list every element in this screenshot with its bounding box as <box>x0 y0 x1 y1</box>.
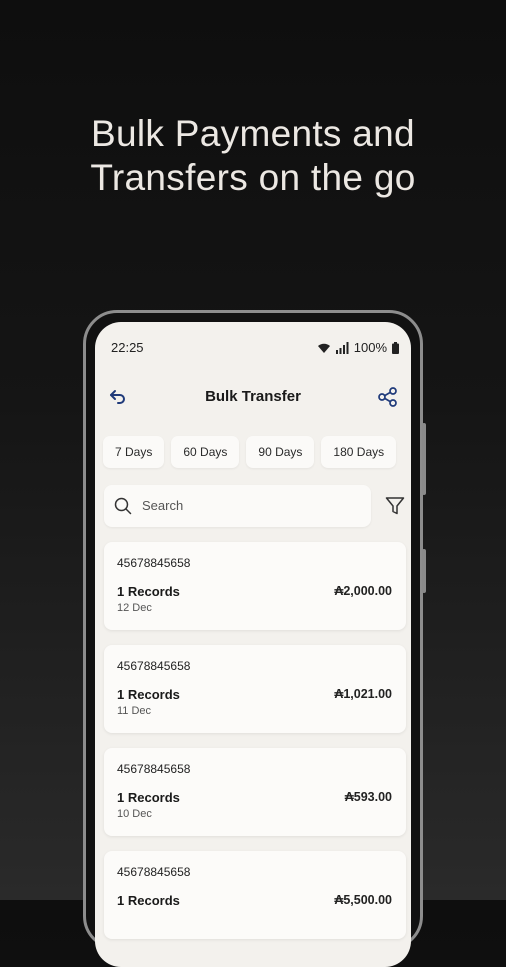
promo-headline: Bulk Payments and Transfers on the go <box>0 112 506 200</box>
battery-icon <box>392 341 399 354</box>
search-input[interactable]: Search <box>104 485 371 527</box>
transaction-amount: ₳5,500.00 <box>334 893 392 907</box>
transaction-list: 45678845658 1 Records 12 Dec ₳2,000.00 4… <box>104 542 406 954</box>
battery-percent: 100% <box>353 340 387 355</box>
signal-icon <box>335 341 349 354</box>
chip-60-days[interactable]: 60 Days <box>171 436 240 468</box>
status-icons: 100% <box>317 340 399 355</box>
chip-7-days[interactable]: 7 Days <box>103 436 165 468</box>
headline-line-1: Bulk Payments and <box>91 113 415 154</box>
transaction-date: 10 Dec <box>117 808 152 820</box>
date-filter-chips: 7 Days 60 Days 90 Days 180 Days <box>103 436 397 468</box>
app-screen: 22:25 100% Bulk Transfer 7 Days 60 Days … <box>95 322 411 967</box>
records-count: 1 Records <box>117 790 180 805</box>
transaction-amount: ₳1,021.00 <box>334 687 392 701</box>
app-header: Bulk Transfer <box>95 380 411 416</box>
headline-line-2: Transfers on the go <box>90 157 416 198</box>
search-icon <box>114 497 132 515</box>
share-icon[interactable] <box>377 386 399 408</box>
transaction-amount: ₳2,000.00 <box>334 584 392 598</box>
phone-frame: 22:25 100% Bulk Transfer 7 Days 60 Days … <box>83 310 426 967</box>
power-button <box>422 423 426 495</box>
transaction-card[interactable]: 45678845658 1 Records 10 Dec ₳593.00 <box>104 748 406 836</box>
volume-button <box>422 549 426 593</box>
search-placeholder: Search <box>142 498 184 513</box>
transaction-card[interactable]: 45678845658 1 Records 12 Dec ₳2,000.00 <box>104 542 406 630</box>
records-count: 1 Records <box>117 893 180 908</box>
transaction-reference: 45678845658 <box>117 762 191 776</box>
filter-icon[interactable] <box>385 496 405 516</box>
transaction-card[interactable]: 45678845658 1 Records 11 Dec ₳1,021.00 <box>104 645 406 733</box>
transaction-date: 12 Dec <box>117 602 152 614</box>
transaction-amount: ₳593.00 <box>344 790 392 804</box>
transaction-reference: 45678845658 <box>117 865 191 879</box>
transaction-reference: 45678845658 <box>117 659 191 673</box>
records-count: 1 Records <box>117 687 180 702</box>
page-title: Bulk Transfer <box>205 388 301 405</box>
transaction-date: 11 Dec <box>117 705 152 717</box>
status-time: 22:25 <box>111 340 144 355</box>
transaction-card[interactable]: 45678845658 1 Records ₳5,500.00 <box>104 851 406 939</box>
transaction-reference: 45678845658 <box>117 556 191 570</box>
records-count: 1 Records <box>117 584 180 599</box>
chip-90-days[interactable]: 90 Days <box>246 436 315 468</box>
status-bar: 22:25 100% <box>95 338 411 358</box>
chip-180-days[interactable]: 180 Days <box>321 436 397 468</box>
wifi-icon <box>317 343 330 353</box>
